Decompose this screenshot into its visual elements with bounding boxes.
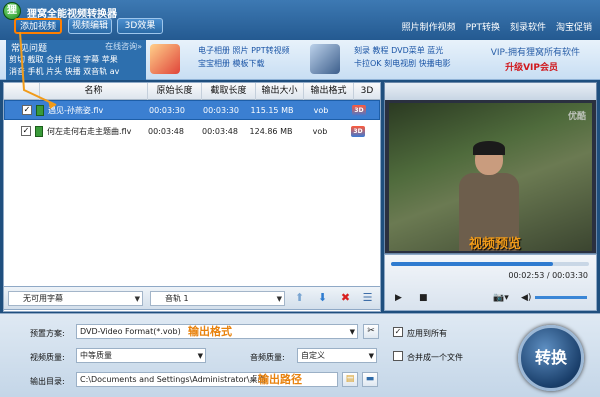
preview-annotation: 视频预览: [469, 237, 522, 251]
table-row[interactable]: ✓ 何左走何右走主题曲.flv 00:03:48 00:03:48 124.86…: [4, 121, 380, 141]
row-size: 115.15 MB: [250, 105, 294, 115]
settings-panel: 预置方案: DVD-Video Format(*.vob) ▼ 输出格式 ✂ ✓…: [0, 313, 600, 397]
row-orig: 00:03:48: [148, 126, 184, 136]
video-quality-select[interactable]: 中等质量 ▼: [76, 348, 206, 363]
promo-banner: 常见问题 在线咨询» 剪切 截取 合并 压缩 字幕 苹果 消音 手机 片头 快播…: [0, 40, 600, 80]
seek-progress: [391, 262, 554, 266]
row-size: 124.86 MB: [249, 126, 293, 136]
video-frame: 优酷 视频预览: [389, 103, 592, 251]
faq-online-link[interactable]: 在线咨询»: [105, 41, 142, 52]
ppt-promo-icon[interactable]: [150, 44, 180, 74]
dvd-promo-icon[interactable]: [310, 44, 340, 74]
move-down-icon[interactable]: ⬇: [316, 292, 329, 305]
promo-group1-line1[interactable]: 电子相册 照片 PPT转视频: [198, 45, 290, 56]
player-controls: 00:02:53 / 00:03:30 ▶ ■ 📷▾ ◀): [384, 254, 597, 311]
settings-wrench-icon[interactable]: ✂: [363, 324, 379, 339]
play-icon[interactable]: ▶: [395, 293, 402, 303]
audio-track-value: 音轨 1: [165, 294, 189, 303]
col-3d[interactable]: 3D: [354, 83, 380, 100]
title-bar: 狸 狸窝全能视频转换器 添加视频 视频编辑 3D效果 照片制作视频 PPT转换 …: [0, 0, 600, 40]
convert-button[interactable]: 转换: [518, 325, 584, 391]
3d-icon[interactable]: 3D: [352, 104, 366, 116]
promo-group1-line2[interactable]: 宝宝相册 模板下载: [198, 58, 265, 69]
promo-group2-line1[interactable]: 刻录 教程 DVD菜单 蓝光: [354, 45, 443, 56]
volume-slider[interactable]: [535, 296, 587, 299]
audio-track-select[interactable]: 音轨 1 ▼: [150, 291, 285, 306]
3d-icon[interactable]: 3D: [351, 125, 365, 137]
video-preview: 优酷 视频预览: [389, 103, 592, 251]
file-list-panel: 名称 原始长度 截取长度 输出大小 输出格式 3D ✓ 遇见-孙燕姿.flv 0…: [3, 82, 381, 312]
output-dir-label: 输出目录:: [30, 377, 65, 386]
link-burn-software[interactable]: 刻录软件: [510, 20, 546, 33]
video-quality-label: 视频质量:: [30, 353, 65, 362]
promo-group2-line2[interactable]: 卡拉OK 刻电视剧 快播电影: [354, 58, 451, 69]
row-format: vob: [312, 126, 328, 136]
seek-bar[interactable]: [391, 262, 589, 266]
audio-quality-select[interactable]: 自定义 ▼: [297, 348, 377, 363]
audio-quality-value: 自定义: [301, 351, 325, 360]
camera-icon[interactable]: 📷▾: [493, 293, 509, 303]
merge-label: 合并成一个文件: [407, 353, 463, 362]
row-checkbox[interactable]: ✓: [21, 126, 31, 136]
col-output-format[interactable]: 输出格式: [304, 83, 354, 100]
chevron-down-icon: ▼: [349, 328, 355, 336]
video-quality-value: 中等质量: [80, 351, 112, 360]
col-cut-length[interactable]: 截取长度: [202, 83, 256, 100]
row-name: 何左走何右走主题曲.flv: [47, 126, 132, 136]
browse-icon[interactable]: ▬: [362, 372, 378, 387]
top-links: 照片制作视频 PPT转换 刻录软件 淘宝促销: [402, 20, 592, 33]
row-cut: 00:03:30: [203, 105, 239, 115]
preset-value: DVD-Video Format(*.vob): [80, 327, 181, 336]
subtitle-value: 无可用字幕: [23, 294, 63, 303]
audio-quality-label: 音频质量:: [250, 353, 285, 362]
move-up-icon[interactable]: ⬆: [293, 292, 306, 305]
link-ppt-convert[interactable]: PPT转换: [466, 20, 500, 33]
annotation-arrow: [19, 31, 57, 109]
chevron-down-icon: ▼: [134, 295, 140, 303]
list-menu-icon[interactable]: ☰: [361, 292, 374, 305]
row-cut: 00:03:48: [202, 126, 238, 136]
delete-icon[interactable]: ✖: [339, 292, 352, 305]
folder-open-icon[interactable]: ▤: [342, 372, 358, 387]
preset-label: 预置方案:: [30, 329, 65, 338]
chevron-down-icon: ▼: [368, 352, 374, 360]
list-toolbar: 无可用字幕 ▼ 音轨 1 ▼ ⬆ ⬇ ✖ ☰: [3, 286, 381, 310]
output-annotation: 输出路径: [258, 373, 302, 386]
video-file-icon: [35, 125, 43, 137]
preview-header: [385, 83, 596, 100]
merge-checkbox[interactable]: [393, 351, 403, 361]
link-photo-video[interactable]: 照片制作视频: [402, 20, 456, 33]
chevron-down-icon: ▼: [197, 352, 203, 360]
link-taobao-promo[interactable]: 淘宝促销: [556, 20, 592, 33]
stop-icon[interactable]: ■: [419, 293, 428, 303]
row-orig: 00:03:30: [149, 105, 185, 115]
preview-panel: 优酷 视频预览: [384, 82, 597, 254]
col-orig-length[interactable]: 原始长度: [148, 83, 202, 100]
video-watermark: 优酷: [567, 112, 586, 122]
vip-upgrade-link[interactable]: 升级VIP会员: [505, 60, 558, 73]
format-annotation: 输出格式: [188, 325, 232, 338]
apply-all-label: 应用到所有: [407, 329, 447, 338]
vip-promo-text[interactable]: VIP-拥有狸窝所有软件: [491, 45, 580, 58]
time-display: 00:02:53 / 00:03:30: [508, 271, 588, 280]
col-output-size[interactable]: 输出大小: [256, 83, 304, 100]
output-dir-value: C:\Documents and Settings\Administrator\…: [80, 375, 266, 384]
tab-3d-effect[interactable]: 3D效果: [117, 18, 163, 34]
subtitle-select[interactable]: 无可用字幕 ▼: [8, 291, 143, 306]
apply-all-checkbox[interactable]: ✓: [393, 327, 403, 337]
chevron-down-icon: ▼: [276, 295, 282, 303]
volume-icon[interactable]: ◀): [521, 293, 531, 303]
row-format: vob: [313, 105, 329, 115]
